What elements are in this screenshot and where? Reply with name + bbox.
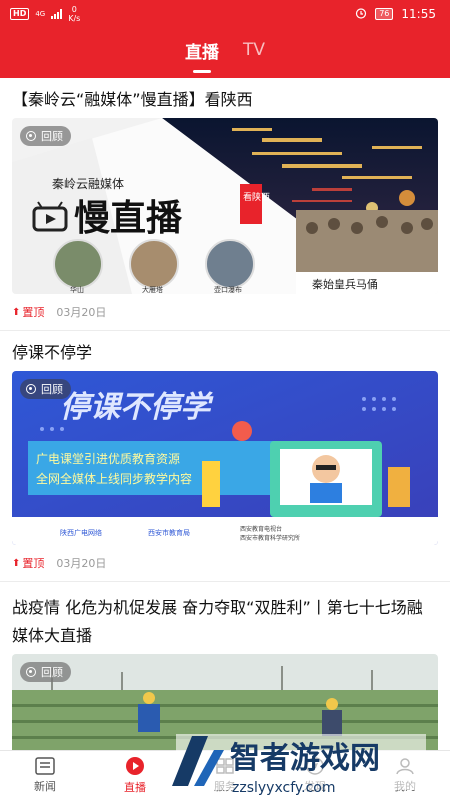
network-type: 4G xyxy=(35,10,46,18)
image-footer-right2: 西安市教育科学研究所 xyxy=(240,534,300,542)
replay-label: 回顾 xyxy=(41,383,63,396)
image-stamp-bg xyxy=(240,184,262,224)
live-icon xyxy=(126,757,144,775)
replay-badge: 回顾 xyxy=(20,126,71,146)
replay-label: 回顾 xyxy=(41,666,63,679)
hd-indicator: HD xyxy=(10,8,30,20)
card-meta: ⬆ 置顶 03月20日 xyxy=(12,545,438,581)
image-line2: 全网全媒体上线同步教学内容 xyxy=(36,471,192,486)
replay-label: 回顾 xyxy=(41,130,63,143)
image-stamp: 看陕西 xyxy=(243,191,270,203)
site-watermark: 智者游戏网 zzslyyxcfy.com xyxy=(172,734,426,796)
nav-label: 直播 xyxy=(124,781,146,794)
pinned-label: 置顶 xyxy=(22,306,45,319)
image-footer-right1: 西安教育电视台 xyxy=(240,525,282,533)
tab-tv[interactable]: TV xyxy=(243,40,265,66)
news-icon xyxy=(35,757,55,775)
feed-card[interactable]: 战疫情 化危为机促发展 奋力夺取“双胜利”丨第七十七场融媒体大直播 回顾 xyxy=(0,582,450,750)
alarm-icon xyxy=(355,7,367,22)
image-footer-left: 陕西广电网络 xyxy=(60,528,102,537)
replay-icon xyxy=(26,667,36,677)
net-speed-unit: K/s xyxy=(68,14,81,23)
pinned-tag: ⬆ 置顶 xyxy=(12,304,44,320)
pin-icon: ⬆ xyxy=(12,557,21,569)
tab-live[interactable]: 直播 xyxy=(185,38,219,69)
watermark-name: 智者游戏网 xyxy=(230,741,380,776)
clock: 11:55 xyxy=(401,7,436,21)
live-feed[interactable]: 【秦岭云“融媒体”慢直播】看陕西 秦岭云融媒体 慢直播 看陕西 华山 大雁塔 壶… xyxy=(0,78,450,750)
card-title[interactable]: 【秦岭云“融媒体”慢直播】看陕西 xyxy=(12,86,438,114)
nav-news[interactable]: 新闻 xyxy=(0,751,90,800)
card-title[interactable]: 战疫情 化危为机促发展 奋力夺取“双胜利”丨第七十七场融媒体大直播 xyxy=(12,590,438,650)
thumbnail-image-qinling: 秦岭云融媒体 慢直播 看陕西 华山 大雁塔 壶口瀑布 秦始皇兵马俑 xyxy=(12,118,438,294)
status-bar: HD 4G 0 K/s 76 11:55 xyxy=(0,0,450,28)
top-tabs: 直播 TV xyxy=(0,28,450,78)
card-thumbnail[interactable]: 秦岭云融媒体 慢直播 看陕西 华山 大雁塔 壶口瀑布 秦始皇兵马俑 回顾 xyxy=(12,118,438,294)
net-speed: 0 K/s xyxy=(68,5,80,23)
card-date: 03月20日 xyxy=(56,306,107,319)
card-date: 03月20日 xyxy=(56,557,107,570)
app-header: HD 4G 0 K/s 76 11:55 直播 TV xyxy=(0,0,450,78)
signal-icon xyxy=(51,9,63,19)
replay-icon xyxy=(26,131,36,141)
replay-badge: 回顾 xyxy=(20,662,71,682)
spot-label: 大雁塔 xyxy=(142,285,163,294)
spot-label: 华山 xyxy=(70,285,84,294)
spot-label: 壶口瀑布 xyxy=(214,285,242,294)
thumbnail-image-class: 停课不停学 广电课堂引进优质教育资源 全网全媒体上线同步教学内容 陕西广电网络 … xyxy=(12,371,438,545)
image-feature: 秦始皇兵马俑 xyxy=(312,277,378,291)
feed-card[interactable]: 停课不停学 停课不停学 广电课堂引进优质教育资源 全网全媒体上线同步教学内容 陕… xyxy=(0,331,450,582)
image-footer-mid: 西安市教育局 xyxy=(148,528,190,537)
replay-icon xyxy=(26,384,36,394)
watermark-url: zzslyyxcfy.com xyxy=(232,780,336,796)
image-headline: 停课不停学 xyxy=(60,390,214,425)
replay-badge: 回顾 xyxy=(20,379,71,399)
pin-icon: ⬆ xyxy=(12,306,21,318)
image-line1: 广电课堂引进优质教育资源 xyxy=(36,451,180,466)
net-speed-value: 0 xyxy=(71,5,77,14)
image-brand: 秦岭云融媒体 xyxy=(52,177,124,191)
card-title[interactable]: 停课不停学 xyxy=(12,339,438,367)
battery-icon: 76 xyxy=(375,8,394,20)
pinned-tag: ⬆ 置顶 xyxy=(12,555,44,571)
image-headline: 慢直播 xyxy=(74,198,183,239)
pinned-label: 置顶 xyxy=(22,557,45,570)
feed-card[interactable]: 【秦岭云“融媒体”慢直播】看陕西 秦岭云融媒体 慢直播 看陕西 华山 大雁塔 壶… xyxy=(0,78,450,331)
card-thumbnail[interactable]: 停课不停学 广电课堂引进优质教育资源 全网全媒体上线同步教学内容 陕西广电网络 … xyxy=(12,371,438,545)
card-meta: ⬆ 置顶 03月20日 xyxy=(12,294,438,330)
nav-label: 新闻 xyxy=(34,780,56,793)
